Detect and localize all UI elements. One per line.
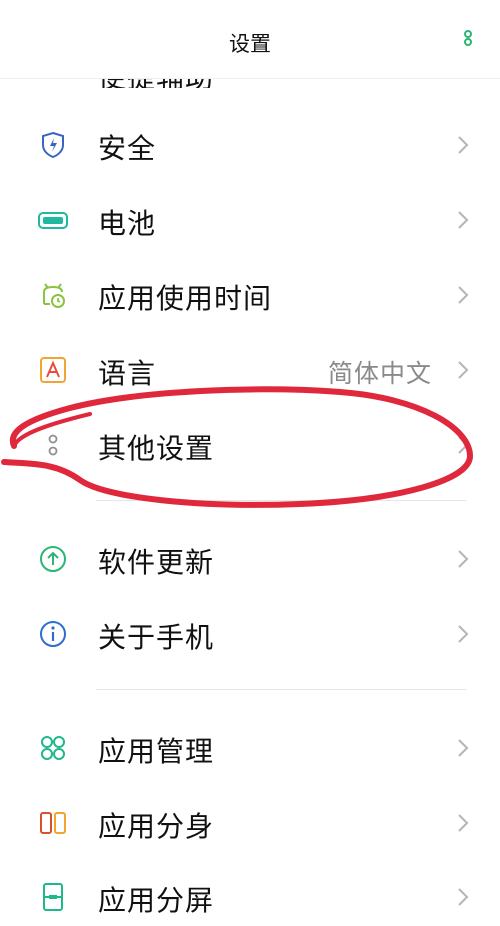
list-item-app-management[interactable]: 应用管理 (0, 717, 500, 777)
chevron-right-icon (458, 550, 469, 568)
app-management-icon (41, 736, 65, 760)
list-item-split-screen[interactable]: 应用分屏 (0, 866, 500, 926)
list-item-battery[interactable]: 电池 (0, 189, 500, 249)
split-screen-icon (43, 883, 63, 911)
list-item-label: 应用管理 (98, 735, 215, 768)
section-divider (96, 500, 466, 501)
top-bar: 设置 (0, 0, 500, 79)
list-item-label: 应用使用时间 (98, 282, 273, 315)
other-settings-icon (48, 434, 58, 456)
chevron-right-icon (458, 361, 469, 379)
chevron-right-icon (458, 136, 469, 154)
list-item-other-settings[interactable]: 其他设置 (0, 414, 500, 474)
chevron-right-icon (458, 888, 469, 906)
list-item-label: 应用分身 (98, 810, 215, 843)
chevron-right-icon (458, 436, 469, 454)
list-item-about-phone[interactable]: 关于手机 (0, 603, 500, 663)
list-item-app-clone[interactable]: 应用分身 (0, 792, 500, 852)
page-title: 设置 (229, 32, 271, 56)
list-item-security[interactable]: 安全 (0, 114, 500, 174)
list-item-label: 应用分屏 (98, 884, 215, 917)
chevron-right-icon (458, 814, 469, 832)
list-item-label: 电池 (98, 207, 157, 240)
language-icon (40, 357, 66, 383)
list-item-software-update[interactable]: 软件更新 (0, 528, 500, 588)
section-divider (96, 689, 466, 690)
list-item-label: 关于手机 (98, 621, 215, 654)
software-update-icon (40, 546, 66, 572)
list-item-label: 软件更新 (98, 546, 215, 579)
chevron-right-icon (458, 286, 469, 304)
chevron-right-icon (458, 211, 469, 229)
app-clone-icon (40, 812, 66, 834)
chevron-right-icon (458, 625, 469, 643)
about-phone-icon (40, 621, 66, 647)
list-item-label: 其他设置 (98, 432, 215, 465)
battery-icon (38, 212, 68, 229)
shield-icon (42, 131, 64, 159)
list-item-app-usage-time[interactable]: 应用使用时间 (0, 264, 500, 324)
language-value: 简体中文 (327, 359, 432, 388)
list-item-language[interactable]: 语言 简体中文 (0, 339, 500, 399)
list-item-label: 安全 (98, 132, 157, 165)
chevron-right-icon (458, 739, 469, 757)
more-options-icon[interactable] (462, 30, 474, 54)
app-usage-timer-icon (43, 283, 65, 308)
list-item-label: 语言 (98, 357, 157, 390)
